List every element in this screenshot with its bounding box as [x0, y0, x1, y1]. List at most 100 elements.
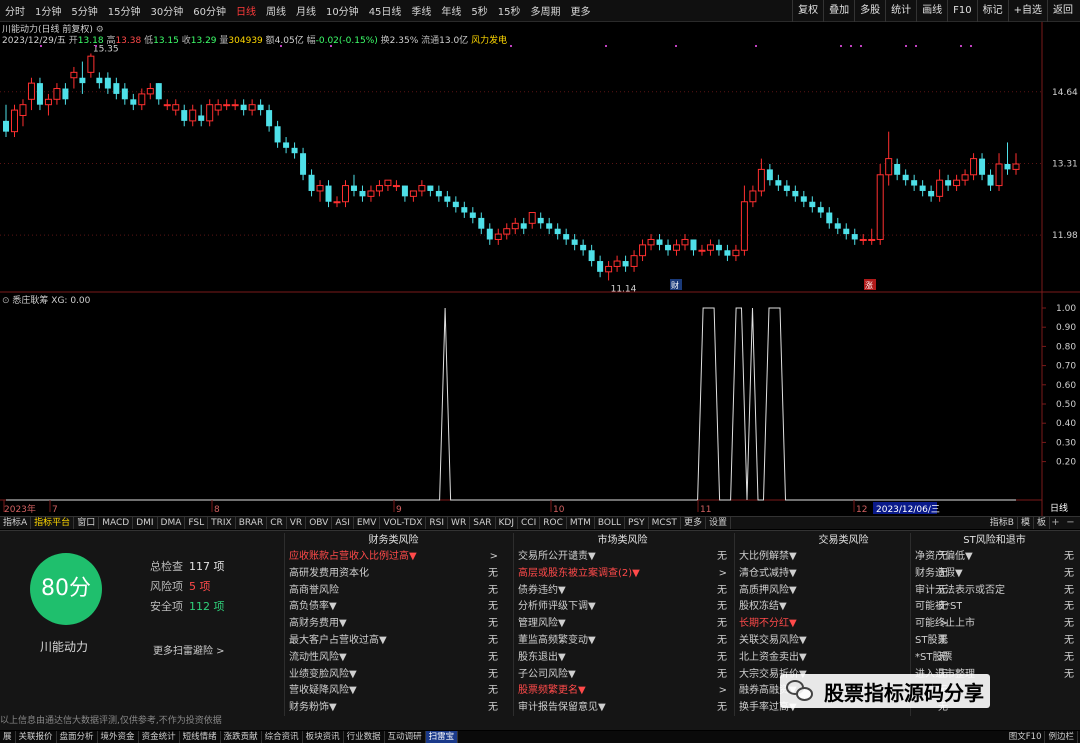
indicator-tab[interactable]: VR	[287, 517, 307, 529]
limit-up-badge[interactable]: 涨	[864, 279, 876, 290]
risk-row[interactable]: 审计报告保留意见▼ 无	[514, 700, 731, 717]
zoom-out-icon[interactable]: −	[1066, 517, 1074, 529]
function-bar-item[interactable]: 涨跌贡献	[221, 731, 262, 743]
risk-row[interactable]: 交易所公开谴责▼ 无	[514, 549, 731, 566]
period-tab[interactable]: 1分钟	[30, 3, 66, 18]
indicator-tab[interactable]: DMI	[133, 517, 158, 529]
function-bar-item[interactable]: 关联报价	[16, 731, 57, 743]
risk-row[interactable]: 管理风险▼ 无	[514, 616, 731, 633]
toolbar-button[interactable]: +自选	[1007, 0, 1047, 22]
indicator-tab[interactable]: 窗口	[74, 517, 100, 529]
indicator-tab[interactable]: 指标平台	[31, 517, 75, 529]
period-tab[interactable]: 月线	[291, 3, 321, 18]
risk-row[interactable]: ST股票 无	[911, 633, 1078, 650]
risk-row[interactable]: 高研发费用资本化 无	[285, 566, 502, 583]
zoom-in-icon[interactable]: +	[1051, 517, 1059, 529]
function-bar-item[interactable]: 扫雷宝	[425, 731, 459, 743]
risk-row[interactable]: 可能终止上市 无	[911, 616, 1078, 633]
period-tab[interactable]: 15秒	[493, 3, 526, 18]
function-bar-item[interactable]: 行业数据	[344, 731, 385, 743]
risk-row[interactable]: 财务粉饰▼ 无	[285, 700, 502, 717]
function-bar-item[interactable]: 图文F10	[1006, 731, 1046, 743]
indicator-tab[interactable]: RSI	[426, 517, 449, 529]
toolbar-button[interactable]: 叠加	[823, 0, 854, 22]
indicator-tab[interactable]: FSL	[185, 517, 209, 529]
function-bar-item[interactable]: 展	[0, 731, 16, 743]
indicator-tab[interactable]: MCST	[649, 517, 681, 529]
more-scan-link[interactable]: 更多扫雷避险 >	[153, 642, 225, 657]
chart-area[interactable]: 14.6413.3111.9815.3511.14 财涨1.000.900.800…	[0, 22, 1080, 516]
indicator-tab[interactable]: ROC	[540, 517, 567, 529]
indicator-tab[interactable]: 指标B	[987, 517, 1018, 529]
function-bar-item[interactable]: 短线情绪	[180, 731, 221, 743]
toolbar-button[interactable]: 返回	[1047, 0, 1078, 22]
indicator-tab[interactable]: 设置	[706, 517, 731, 529]
period-tab[interactable]: 10分钟	[321, 3, 364, 18]
toolbar-button[interactable]: 多股	[854, 0, 885, 22]
indicator-tab[interactable]: 指标A	[0, 517, 32, 529]
function-bar-item[interactable]: 资金统计	[139, 731, 180, 743]
period-tab[interactable]: 年线	[436, 3, 466, 18]
period-tab[interactable]: 周线	[261, 3, 291, 18]
indicator-toggle-icon[interactable]: ⊙	[2, 296, 10, 306]
risk-row[interactable]: 高财务费用▼ 无	[285, 616, 502, 633]
toolbar-button[interactable]: 复权	[792, 0, 823, 22]
risk-row[interactable]: 营收疑降风险▼ 无	[285, 683, 502, 700]
period-tab[interactable]: 多周期	[526, 3, 566, 18]
risk-row[interactable]: 高层或股东被立案调查(2)▼ >	[514, 566, 731, 583]
risk-row[interactable]: 子公司风险▼ 无	[514, 667, 731, 684]
risk-row[interactable]: *ST股票 无	[911, 650, 1078, 667]
risk-row[interactable]: 业绩变脸风险▼ 无	[285, 667, 502, 684]
risk-row[interactable]: 应收账款占营收入比例过高▼ >	[285, 549, 502, 566]
indicator-tab[interactable]: MTM	[567, 517, 595, 529]
toolbar-button[interactable]: F10	[947, 0, 976, 22]
period-tab[interactable]: 30分钟	[145, 3, 188, 18]
risk-row[interactable]: 审计无法表示或否定 无	[911, 583, 1078, 600]
indicator-tab[interactable]: 更多	[681, 517, 706, 529]
indicator-tab[interactable]: TRIX	[208, 517, 236, 529]
toolbar-button[interactable]: 统计	[885, 0, 916, 22]
indicator-tab[interactable]: BRAR	[236, 517, 268, 529]
function-bar-item[interactable]: 境外资金	[98, 731, 139, 743]
period-tab[interactable]: 60分钟	[188, 3, 231, 18]
period-tab[interactable]: 15分钟	[103, 3, 146, 18]
indicator-tab[interactable]: WR	[448, 517, 471, 529]
period-tab[interactable]: 5分钟	[66, 3, 102, 18]
indicator-tab[interactable]: SAR	[470, 517, 496, 529]
risk-row[interactable]: 股票频繁更名▼ >	[514, 683, 731, 700]
indicator-tab[interactable]: MACD	[99, 517, 134, 529]
function-bar-item[interactable]: 例边栏	[1045, 731, 1078, 743]
function-bar-item[interactable]: 综合资讯	[262, 731, 303, 743]
risk-row[interactable]: 财务造假▼ 无	[911, 566, 1078, 583]
toolbar-button[interactable]: 画线	[916, 0, 947, 22]
indicator-tab[interactable]: 模	[1018, 517, 1034, 529]
period-tab[interactable]: 更多	[566, 3, 596, 18]
indicator-tab[interactable]: ASI	[332, 517, 354, 529]
period-tab[interactable]: 45日线	[364, 3, 407, 18]
function-bar-item[interactable]: 互动调研	[385, 731, 426, 743]
risk-row[interactable]: 股东退出▼ 无	[514, 650, 731, 667]
period-tab[interactable]: 日线	[231, 3, 261, 18]
period-tab[interactable]: 分时	[0, 3, 30, 18]
indicator-tab[interactable]: CR	[267, 517, 287, 529]
indicator-tab[interactable]: PSY	[625, 517, 649, 529]
risk-row[interactable]: 高负债率▼ 无	[285, 599, 502, 616]
period-tab[interactable]: 5秒	[466, 3, 492, 18]
risk-row[interactable]: 债券违约▼ 无	[514, 583, 731, 600]
risk-row[interactable]: 净资产偏低▼ 无	[911, 549, 1078, 566]
risk-row[interactable]: 最大客户占营收过高▼ 无	[285, 633, 502, 650]
risk-row[interactable]: 分析师评级下调▼ 无	[514, 599, 731, 616]
risk-row[interactable]: 可能被*ST 无	[911, 599, 1078, 616]
dayline-tab[interactable]: 日线	[1038, 503, 1080, 516]
risk-row[interactable]: 董监高频繁变动▼ 无	[514, 633, 731, 650]
indicator-tab[interactable]: DMA	[158, 517, 186, 529]
function-bar-item[interactable]: 盘面分析	[57, 731, 98, 743]
risk-row[interactable]: 流动性风险▼ 无	[285, 650, 502, 667]
indicator-tab[interactable]: OBV	[306, 517, 333, 529]
period-tab[interactable]: 季线	[406, 3, 436, 18]
risk-row[interactable]: 高商誉风险 无	[285, 583, 502, 600]
indicator-tab[interactable]: BOLL	[595, 517, 626, 529]
function-bar-item[interactable]: 板块资讯	[303, 731, 344, 743]
indicator-tab[interactable]: CCI	[518, 517, 541, 529]
toolbar-button[interactable]: 标记	[976, 0, 1008, 22]
